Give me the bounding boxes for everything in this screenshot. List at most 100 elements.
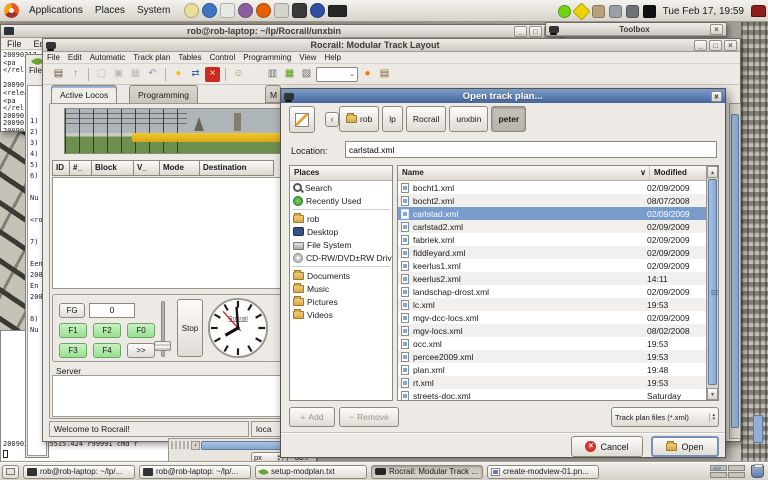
file-row-percee2009-xml[interactable]: percee2009.xml19:53 xyxy=(398,350,708,363)
path-button-peter[interactable]: peter xyxy=(491,106,526,132)
file-row-keerlus2-xml[interactable]: keerlus2.xml14:11 xyxy=(398,272,708,285)
maximize-button[interactable]: □ xyxy=(529,26,542,37)
f1-button[interactable]: F1 xyxy=(59,323,87,338)
place-music[interactable]: Music xyxy=(290,282,392,295)
table-icon[interactable]: ▧ xyxy=(299,67,314,82)
f3-button[interactable]: F3 xyxy=(59,343,87,358)
location-input[interactable] xyxy=(345,141,717,158)
menu-view[interactable]: View xyxy=(299,53,316,62)
task-setup-modplan-txt[interactable]: setup-modplan.txt xyxy=(255,465,367,479)
place-file-system[interactable]: File System xyxy=(290,238,392,251)
led-icon[interactable]: ● xyxy=(360,67,375,82)
menu-track-plan[interactable]: Track plan xyxy=(133,53,170,62)
panel-menu-system[interactable]: System xyxy=(137,5,170,16)
workspace-2[interactable] xyxy=(728,465,745,471)
locos-table-body[interactable] xyxy=(52,177,300,289)
server-log-box[interactable] xyxy=(52,375,300,417)
path-button-rob[interactable]: rob xyxy=(339,106,379,132)
dialog-close-button[interactable]: × xyxy=(711,91,722,102)
background-scrollbar-thumb[interactable] xyxy=(753,415,763,443)
document-icon[interactable] xyxy=(274,3,289,18)
maximize-button[interactable]: □ xyxy=(709,40,722,51)
remove-button[interactable]: − Remove xyxy=(339,407,399,427)
new-icon[interactable]: ▢ xyxy=(94,67,109,82)
place-pictures[interactable]: Pictures xyxy=(290,295,392,308)
minimize-button[interactable]: _ xyxy=(514,26,527,37)
volume-icon[interactable] xyxy=(626,5,639,18)
file-row-rt-xml[interactable]: rt.xml19:53 xyxy=(398,376,708,389)
add-button[interactable]: + Add xyxy=(289,407,335,427)
resize-grip[interactable] xyxy=(171,441,189,449)
scrollbar-thumb[interactable] xyxy=(708,179,717,385)
menu-file[interactable]: File xyxy=(47,53,60,62)
task-rocrail-modular-track[interactable]: Rocrail: Modular Track ... xyxy=(371,465,483,479)
upload-icon[interactable]: ↑ xyxy=(68,67,83,82)
firefox-icon[interactable] xyxy=(256,3,271,18)
place-desktop[interactable]: Desktop xyxy=(290,225,392,238)
f2-button[interactable]: F2 xyxy=(93,323,121,338)
panel-menu-places[interactable]: Places xyxy=(95,5,125,16)
task-create-modview-01-pn[interactable]: create-modview-01.pn... xyxy=(487,465,599,479)
place-rob[interactable]: rob xyxy=(290,212,392,225)
lamp-icon[interactable]: ● xyxy=(171,67,186,82)
type-filename-toggle[interactable] xyxy=(289,106,315,133)
path-back-button[interactable]: ‹ xyxy=(325,112,339,127)
stop-button[interactable]: Stop xyxy=(177,299,203,357)
hscroll-left-arrow[interactable]: ‹ xyxy=(191,441,200,450)
file-row-landschap-drost-xml[interactable]: landschap-drost.xml02/09/2009 xyxy=(398,285,708,298)
fg-button[interactable]: FG xyxy=(59,303,85,318)
file-row-plan-xml[interactable]: plan.xml19:48 xyxy=(398,363,708,376)
speed-slider-handle[interactable] xyxy=(154,341,171,351)
file-row-fabriek-xml[interactable]: fabriek.xml02/09/2009 xyxy=(398,233,708,246)
file-row-bocht1-xml[interactable]: bocht1.xml02/09/2009 xyxy=(398,181,708,194)
throttle-icon[interactable]: ☺ xyxy=(231,67,246,82)
dialog-titlebar[interactable]: Open track plan... × xyxy=(281,89,725,103)
thunderbird-icon[interactable] xyxy=(202,3,217,18)
menu-control[interactable]: Control xyxy=(209,53,235,62)
path-button-unxbin[interactable]: unxbin xyxy=(449,106,488,132)
routes-icon[interactable]: ▦ xyxy=(282,67,297,82)
place-cd-rw-dvd-rw-drive[interactable]: CD-RW/DVD±RW Drive xyxy=(290,251,392,264)
place-search[interactable]: Search xyxy=(290,181,392,194)
file-row-carlstad-xml[interactable]: carlstad.xml02/09/2009 xyxy=(398,207,708,220)
save-icon[interactable]: ▦ xyxy=(128,67,143,82)
terminal-launcher-icon[interactable] xyxy=(292,3,307,18)
toolbar-combo[interactable]: ⌄ xyxy=(316,67,358,82)
column-header-modified[interactable]: Modified xyxy=(650,166,708,181)
show-desktop-button[interactable] xyxy=(2,465,19,479)
f0-button[interactable]: F0 xyxy=(127,323,155,338)
terminal-titlebar[interactable]: rob@rob-laptop: ~/lp/Rocrail/unxbin _ □ … xyxy=(1,25,560,38)
file-row-mgv-dcc-locs-xml[interactable]: mgv-dcc-locs.xml02/09/2009 xyxy=(398,311,708,324)
minimize-button[interactable]: _ xyxy=(694,40,707,51)
rocrail-train-icon[interactable] xyxy=(328,5,347,17)
speed-value-field[interactable] xyxy=(89,303,135,318)
workspace-1[interactable] xyxy=(710,465,727,471)
column-header-block[interactable]: Block xyxy=(92,160,134,176)
column-header-mode[interactable]: Mode xyxy=(160,160,200,176)
place-recently-used[interactable]: Recently Used xyxy=(290,194,392,207)
purple-app-icon[interactable] xyxy=(238,3,253,18)
panel-menu-applications[interactable]: Applications xyxy=(29,5,83,16)
warning-icon[interactable] xyxy=(572,2,590,20)
file-row-streets-doc-xml[interactable]: streets-doc.xmlSaturday xyxy=(398,389,708,401)
scroll-up-icon[interactable]: ▴ xyxy=(707,166,718,178)
close-button[interactable]: × xyxy=(724,40,737,51)
print-icon[interactable]: ▣ xyxy=(111,67,126,82)
f4-button[interactable]: F4 xyxy=(93,343,121,358)
file-row-lc-xml[interactable]: lc.xml19:53 xyxy=(398,298,708,311)
menu-tables[interactable]: Tables xyxy=(178,53,201,62)
ghost-icon[interactable]: ▢ xyxy=(248,67,263,82)
column-header-name[interactable]: Name ∨ xyxy=(398,166,650,181)
tab-active-locos[interactable]: Active Locos xyxy=(51,85,117,103)
rocrail-titlebar[interactable]: Rocrail: Modular Track Layout _ □ × xyxy=(43,39,740,52)
toolbox-titlebar[interactable]: Toolbox × xyxy=(546,23,726,36)
clipboard-icon[interactable] xyxy=(592,5,605,18)
task-rob-rob-laptop-lp[interactable]: rob@rob-laptop: ~/lp/... xyxy=(139,465,251,479)
open-plan-icon[interactable]: ▤ xyxy=(51,67,66,82)
undo-icon[interactable]: ↶ xyxy=(145,67,160,82)
red-applet-icon[interactable] xyxy=(751,5,766,17)
menu-help[interactable]: Help xyxy=(324,53,340,62)
file-row-bocht2-xml[interactable]: bocht2.xml08/07/2008 xyxy=(398,194,708,207)
workspace-3[interactable] xyxy=(710,472,727,478)
task-rob-rob-laptop-lp[interactable]: rob@rob-laptop: ~/lp/... xyxy=(23,465,135,479)
